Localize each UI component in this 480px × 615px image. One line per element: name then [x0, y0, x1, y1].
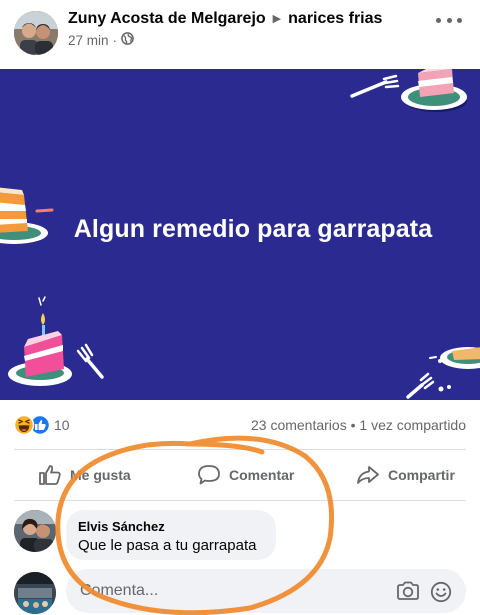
post-actions: Me gusta Comentar Compartir: [0, 452, 480, 496]
haha-icon: [13, 414, 35, 436]
post-time[interactable]: 27 min: [68, 33, 109, 48]
like-label: Me gusta: [70, 467, 131, 483]
stats-separator: •: [350, 417, 356, 433]
commenter-name[interactable]: Elvis Sánchez: [78, 519, 264, 534]
fork-icon: [76, 343, 104, 379]
comment-text: Que le pasa a tu garrapata: [78, 537, 257, 554]
arrow-right-icon: ▶: [272, 13, 282, 25]
cake-slice-icon: [401, 69, 467, 112]
commenter-avatar[interactable]: [14, 510, 56, 552]
viewer-avatar[interactable]: [14, 572, 56, 614]
reactions-count[interactable]: 10: [54, 417, 70, 433]
author-line: Zuny Acosta de Melgarejo ▶ narices frias: [68, 10, 382, 28]
author-name[interactable]: Zuny Acosta de Melgarejo: [68, 10, 266, 27]
engagement-summary: 23 comentarios • 1 vez compartido: [251, 417, 466, 433]
share-button[interactable]: Compartir: [356, 460, 455, 490]
more-options-button[interactable]: [432, 10, 466, 30]
post-stats: 10 23 comentarios • 1 vez compartido: [0, 404, 480, 444]
globe-icon: [121, 32, 134, 48]
post-title: Algun remedio para garrapata: [73, 215, 433, 243]
share-label: Compartir: [388, 467, 455, 483]
like-button[interactable]: Me gusta: [38, 460, 131, 490]
comment-button[interactable]: Comentar: [197, 460, 294, 490]
post-meta: 27 min ·: [68, 32, 134, 48]
share-icon: [357, 466, 379, 484]
dot-icon: [457, 17, 462, 23]
post-header: Zuny Acosta de Melgarejo ▶ narices frias 2…: [0, 0, 480, 68]
comment: Elvis Sánchez Que le pasa a tu garrapata: [0, 505, 480, 565]
cake-slice-icon: [429, 347, 480, 369]
divider: [14, 449, 466, 450]
post-banner[interactable]: Algun remedio para garrapata: [0, 69, 480, 400]
thumbs-up-icon: [39, 465, 61, 485]
comment-label: Comentar: [229, 467, 295, 483]
author-avatar[interactable]: [14, 11, 58, 55]
camera-icon[interactable]: [396, 581, 420, 606]
comment-icon: [198, 465, 220, 485]
reactions-summary[interactable]: [13, 414, 53, 436]
birthday-cake-icon: [8, 296, 72, 386]
emoji-icon[interactable]: [430, 581, 452, 608]
group-name[interactable]: narices frias: [288, 10, 382, 27]
fork-icon: [350, 74, 400, 98]
comment-composer: [0, 565, 480, 615]
fork-icon: [406, 372, 451, 399]
shares-count[interactable]: 1 vez compartido: [359, 417, 466, 433]
comments-count[interactable]: 23 comentarios: [251, 417, 347, 433]
dot-icon: [446, 17, 452, 23]
meta-separator: ·: [112, 32, 118, 48]
dot-icon: [436, 17, 441, 23]
comment-bubble[interactable]: Elvis Sánchez Que le pasa a tu garrapata: [66, 510, 276, 560]
divider: [14, 500, 466, 501]
